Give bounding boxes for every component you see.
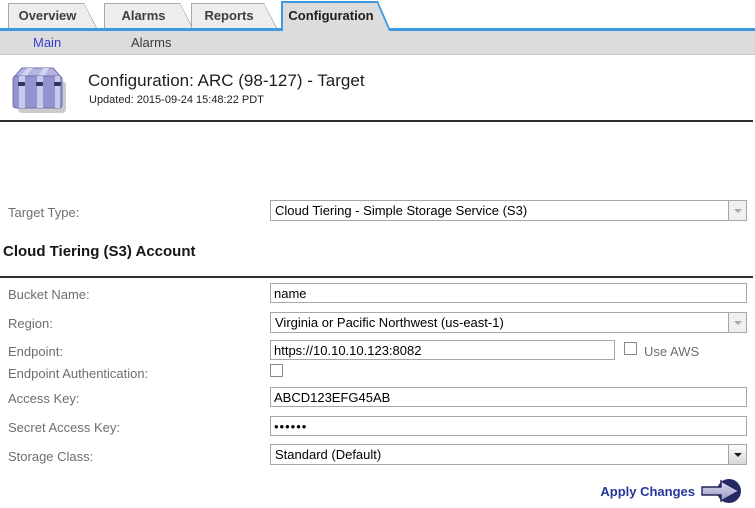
secret-access-key-label: Secret Access Key: (8, 420, 120, 435)
tab-reports-label: Reports (192, 4, 276, 28)
tab-configuration[interactable]: Configuration (281, 1, 391, 31)
subnav-item-main[interactable]: Main (33, 35, 61, 50)
use-aws-label: Use AWS (644, 344, 699, 359)
target-type-select[interactable]: Cloud Tiering - Simple Storage Service (… (270, 200, 747, 221)
bucket-name-input[interactable] (270, 283, 747, 303)
storage-class-select[interactable]: Standard (Default) (270, 444, 747, 465)
page-title: Configuration: ARC (98-127) - Target (88, 71, 365, 91)
sub-nav-bar: Main Alarms (0, 31, 755, 55)
tab-alarms[interactable]: Alarms (104, 3, 193, 28)
section-heading-cloud-tiering: Cloud Tiering (S3) Account (3, 243, 196, 260)
chevron-down-icon (734, 321, 742, 325)
region-select[interactable]: Virginia or Pacific Northwest (us-east-1… (270, 312, 747, 333)
region-dropdown-button (728, 313, 746, 332)
chevron-down-icon (734, 209, 742, 213)
target-type-label: Target Type: (8, 205, 79, 220)
access-key-input[interactable] (270, 387, 747, 407)
storage-class-label: Storage Class: (8, 449, 93, 464)
chevron-down-icon (734, 453, 742, 457)
secret-access-key-input[interactable] (270, 416, 747, 436)
tab-overview[interactable]: Overview (8, 3, 97, 28)
access-key-label: Access Key: (8, 391, 80, 406)
arc-target-configuration-page: Overview Alarms Reports Configuration Ma… (0, 0, 755, 508)
arrow-sphere-icon (700, 477, 742, 505)
endpoint-authentication-checkbox[interactable] (270, 364, 283, 377)
use-aws-checkbox[interactable] (624, 342, 637, 355)
storage-class-dropdown-button[interactable] (728, 445, 746, 464)
target-type-dropdown-button (728, 201, 746, 220)
apply-changes-label: Apply Changes (600, 484, 695, 499)
archive-node-icon (10, 63, 68, 117)
tab-alarms-label: Alarms (105, 4, 192, 28)
tab-configuration-label: Configuration (283, 3, 389, 31)
endpoint-authentication-label: Endpoint Authentication: (8, 366, 148, 381)
page-updated-timestamp: Updated: 2015-09-24 15:48:22 PDT (89, 94, 264, 106)
tab-overview-label: Overview (9, 4, 96, 28)
target-type-value: Cloud Tiering - Simple Storage Service (… (271, 201, 728, 220)
region-value: Virginia or Pacific Northwest (us-east-1… (271, 313, 728, 332)
top-tab-strip: Overview Alarms Reports Configuration (0, 0, 755, 31)
tab-reports[interactable]: Reports (191, 3, 277, 28)
region-label: Region: (8, 316, 53, 331)
storage-class-value: Standard (Default) (271, 445, 728, 464)
apply-changes-button[interactable]: Apply Changes (600, 477, 742, 505)
header-divider (0, 120, 753, 122)
section-divider (0, 276, 753, 278)
endpoint-label: Endpoint: (8, 344, 63, 359)
subnav-item-alarms[interactable]: Alarms (131, 35, 171, 50)
endpoint-input[interactable] (270, 340, 615, 360)
bucket-name-label: Bucket Name: (8, 287, 90, 302)
